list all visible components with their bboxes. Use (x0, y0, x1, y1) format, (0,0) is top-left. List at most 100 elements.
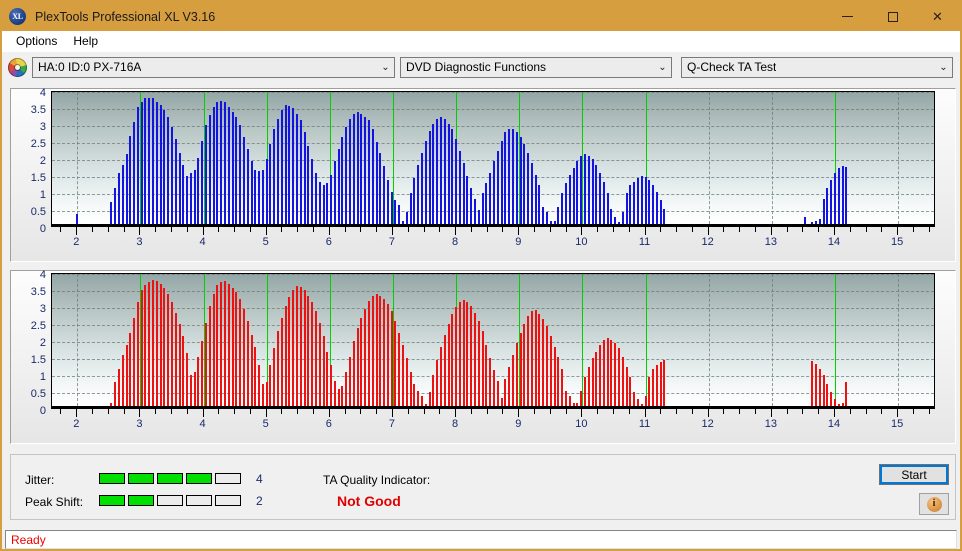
chart-bar (663, 360, 666, 406)
chart-bar (288, 297, 291, 406)
chart-bar (295, 113, 298, 224)
x-axis-minor-tick (218, 227, 220, 232)
chart-bar (178, 324, 181, 406)
x-axis-tick-mark (455, 409, 457, 417)
x-axis-minor-tick (439, 409, 441, 414)
info-button[interactable]: i (919, 493, 949, 515)
x-axis-tick-mark (833, 227, 835, 235)
x-axis-minor-tick (281, 227, 283, 232)
chart-bar (546, 212, 549, 224)
chart-bar (428, 392, 431, 406)
x-axis-minor-tick (676, 227, 678, 232)
chart-bar (163, 110, 166, 224)
x-axis-minor-tick (170, 227, 172, 232)
chart-bar (155, 280, 158, 406)
test-select[interactable]: Q-Check TA Test ⌄ (681, 56, 953, 78)
chart-bar (258, 171, 261, 224)
grid-line-horizontal (52, 109, 934, 110)
x-axis-minor-tick (60, 227, 62, 232)
chart-bar (477, 210, 480, 224)
chart-bar (837, 167, 840, 224)
chart-bar (568, 395, 571, 406)
x-axis-minor-tick (912, 227, 914, 232)
chart-bar (364, 116, 367, 224)
meter-cell (128, 495, 154, 506)
chart-bar (591, 358, 594, 406)
peak-shift-chart-frame: 0 0.5 1 1.5 2 2.5 3 3.5 4 2 3 4 5 6 7 8 9 10 11 12 13 14 15 (10, 269, 956, 444)
chart-bar (326, 351, 329, 406)
x-axis-tick-mark (833, 409, 835, 417)
chart-bar (830, 392, 833, 406)
x-axis-minor-tick (313, 227, 315, 232)
x-axis-minor-tick (912, 409, 914, 414)
chart-bar (811, 361, 814, 406)
peak-shift-meter (99, 495, 241, 506)
chart-bar (436, 118, 439, 224)
chart-bar (610, 208, 613, 224)
chart-bar (114, 382, 117, 406)
x-axis-tick-label: 2 (73, 236, 80, 248)
chart-bar (242, 137, 245, 224)
chart-bar (208, 115, 211, 224)
chart-bar (511, 355, 514, 406)
x-axis-minor-tick (344, 227, 346, 232)
x-axis-tick-label: 6 (325, 418, 332, 430)
x-axis-tick-label: 14 (827, 418, 841, 430)
x-axis-minor-tick (597, 227, 599, 232)
x-axis-minor-tick (739, 227, 741, 232)
x-axis-minor-tick (281, 409, 283, 414)
maximize-button[interactable] (870, 2, 915, 31)
chart-bar (515, 132, 518, 224)
chart-bar (402, 220, 405, 224)
chart-bar (462, 299, 465, 406)
chart-bar (564, 183, 567, 224)
chart-bar (564, 390, 567, 406)
drive-select[interactable]: HA:0 ID:0 PX-716A ⌄ (32, 56, 395, 78)
x-axis-tick-label: 9 (515, 236, 522, 248)
ta-quality-value: Not Good (337, 493, 401, 509)
menu-item-options[interactable]: Options (8, 32, 65, 51)
chart-bar (330, 174, 333, 224)
status-bar: Ready (5, 530, 957, 549)
chart-bar (629, 184, 632, 224)
chevron-down-icon: ⌄ (381, 61, 390, 73)
chart-bar (546, 326, 549, 406)
chart-bar (648, 377, 651, 406)
chart-bar (659, 200, 662, 224)
chart-bar (481, 331, 484, 406)
chart-bar (159, 105, 162, 224)
y-axis-tick-label: 3 (39, 121, 46, 133)
chart-bar (845, 382, 848, 406)
x-axis-minor-tick (486, 227, 488, 232)
chart-bar (599, 173, 602, 224)
chart-bar (235, 116, 238, 224)
start-button[interactable]: Start (879, 464, 949, 485)
function-select[interactable]: DVD Diagnostic Functions ⌄ (400, 56, 672, 78)
chart-bar (500, 140, 503, 224)
jitter-label: Jitter: (25, 473, 55, 487)
x-axis-tick-mark (897, 409, 899, 417)
chart-bar (117, 368, 120, 406)
x-axis-minor-tick (849, 227, 851, 232)
chart-bar (583, 377, 586, 406)
track-marker-line (645, 274, 647, 406)
y-axis-tick-label: 2.5 (30, 320, 46, 332)
chart-bar (830, 179, 833, 224)
chart-bar (655, 365, 658, 406)
close-button[interactable]: ✕ (915, 2, 960, 31)
chart-bar (284, 305, 287, 406)
chart-bar (576, 402, 579, 406)
chart-bar (152, 280, 155, 406)
chart-bar (186, 176, 189, 224)
x-axis-minor-tick (818, 227, 820, 232)
minimize-button[interactable] (825, 2, 870, 31)
x-axis-tick-mark (770, 409, 772, 417)
chart-bar (644, 395, 647, 406)
chart-bar (148, 97, 151, 224)
menu-item-help[interactable]: Help (65, 32, 106, 51)
chart-bar (470, 188, 473, 224)
x-axis-minor-tick (360, 227, 362, 232)
chart-bar (197, 356, 200, 406)
chart-bar (239, 125, 242, 224)
y-axis-tick-label: 1.5 (30, 172, 46, 184)
